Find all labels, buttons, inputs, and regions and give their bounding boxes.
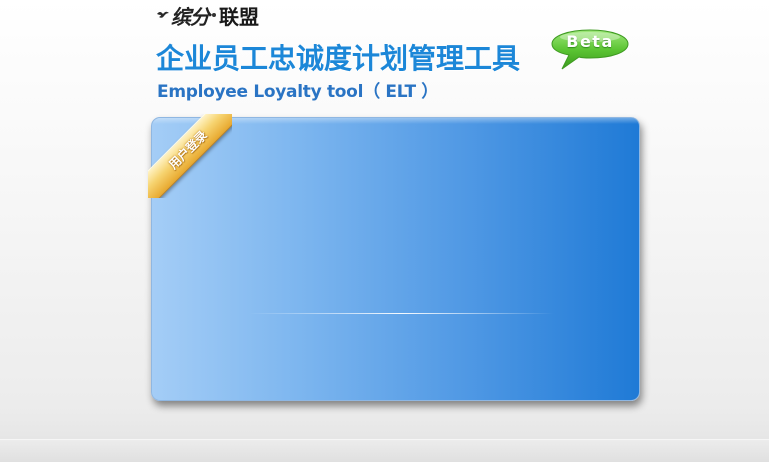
beta-badge: Beta [548, 27, 632, 73]
page-title: 企业员工忠诚度计划管理工具 [156, 42, 521, 75]
page-footer-band [0, 439, 769, 462]
ribbon-label: 用户登录 [166, 128, 210, 172]
logo-text-secondary: 联盟 [219, 4, 259, 29]
beta-label: Beta [566, 32, 614, 51]
page-subtitle: Employee Loyalty tool（ ELT ） [157, 82, 439, 102]
panel-divider [248, 313, 554, 314]
logo-text-primary: 缤分 [171, 4, 210, 29]
login-ribbon: 用户登录 [148, 114, 232, 198]
bird-icon [157, 11, 169, 18]
site-logo[interactable]: 缤分 联盟 [156, 1, 259, 29]
ribbon-band: 用户登录 [148, 114, 232, 198]
logo-dot-icon [212, 13, 216, 17]
